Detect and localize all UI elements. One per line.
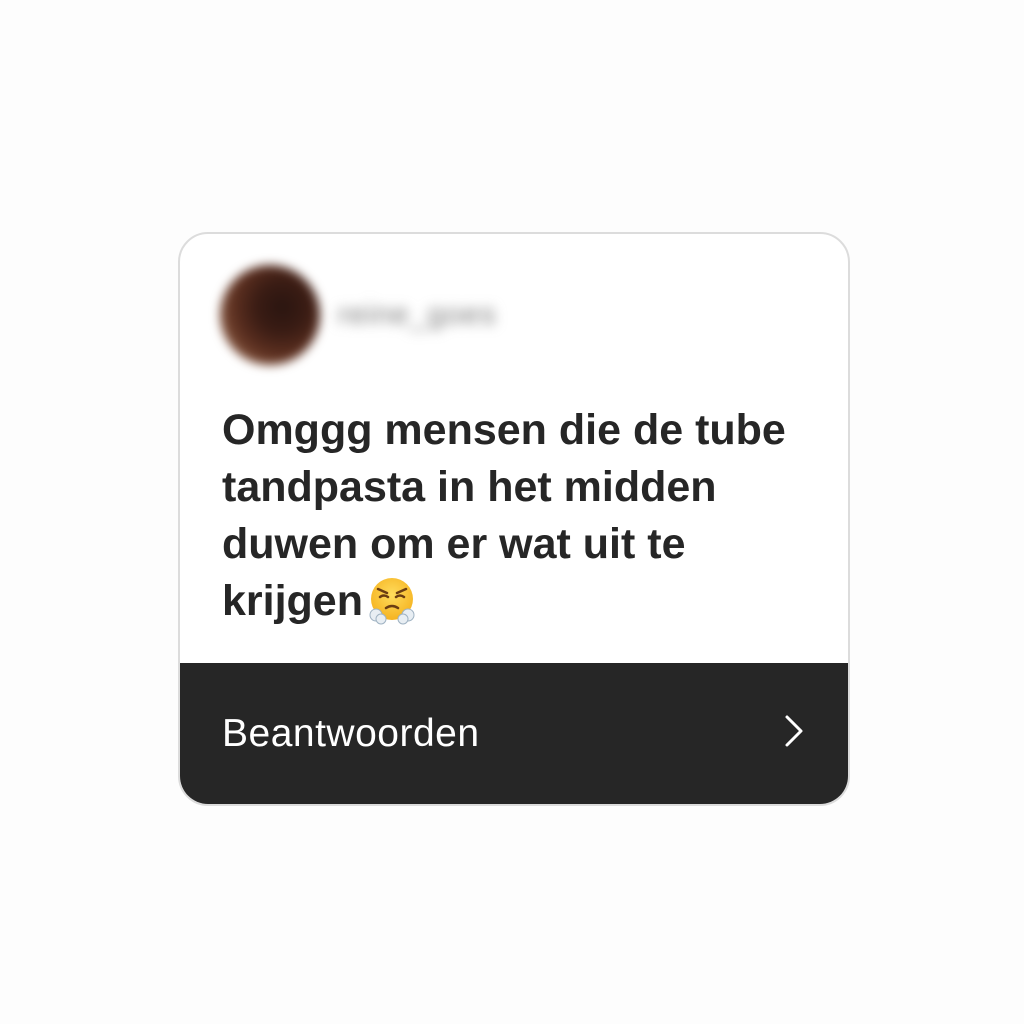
question-text: Omggg mensen die de tube tandpasta in he… [222,406,786,625]
avatar[interactable] [220,265,320,365]
question-header: reine_goes [220,262,496,368]
steam-face-emoji-icon [367,575,417,640]
reply-label: Beantwoorden [222,711,480,755]
question-text-block: Omggg mensen die de tube tandpasta in he… [222,402,832,640]
question-card: reine_goes Omggg mensen die de tube tand… [178,232,850,806]
username[interactable]: reine_goes [338,298,496,332]
reply-button[interactable]: Beantwoorden [180,663,848,804]
chevron-right-icon [784,714,804,753]
